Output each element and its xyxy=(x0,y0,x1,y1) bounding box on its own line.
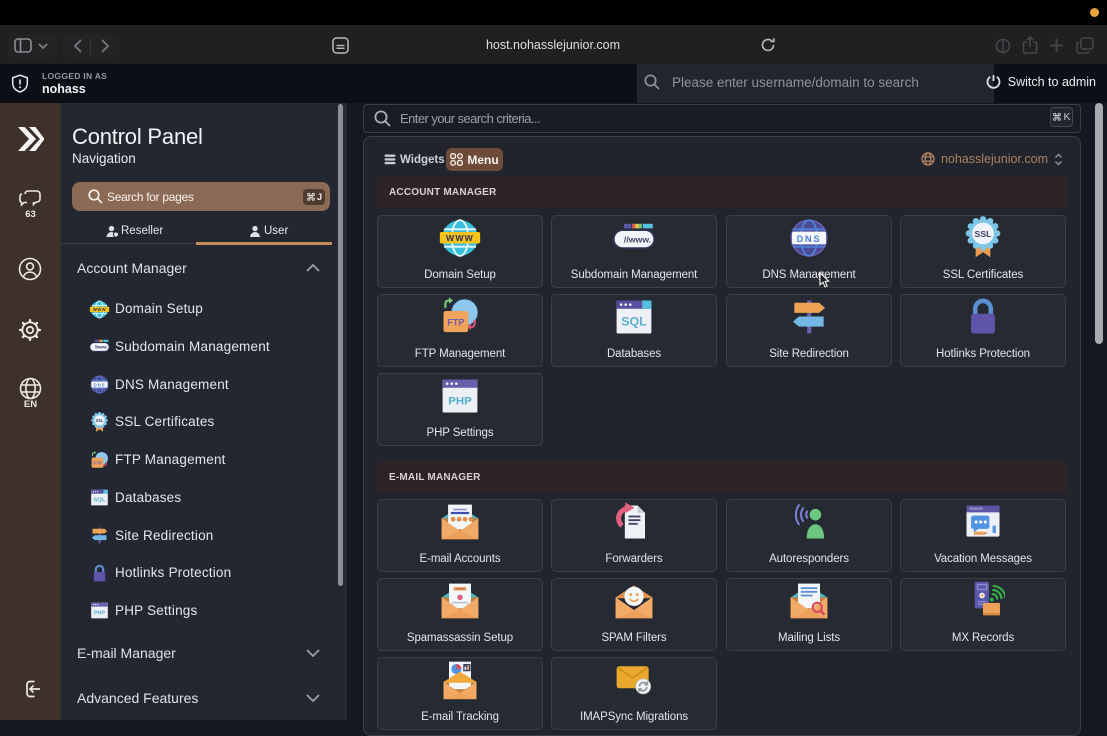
svg-text:SQL: SQL xyxy=(93,498,106,504)
svg-text:FTP: FTP xyxy=(93,460,101,465)
svg-text:PHP: PHP xyxy=(448,396,472,408)
svg-text:SQL: SQL xyxy=(621,315,647,329)
svg-text:DNS: DNS xyxy=(94,382,106,387)
svg-text:SSL: SSL xyxy=(975,229,993,239)
svg-text:SPAM: SPAM xyxy=(455,587,465,591)
svg-text:PHP: PHP xyxy=(94,611,106,617)
svg-text:DNS: DNS xyxy=(797,234,822,244)
svg-text:WWW: WWW xyxy=(93,307,106,312)
svg-text:WWW: WWW xyxy=(446,233,474,243)
svg-text://www.: //www. xyxy=(624,234,651,244)
svg-text:SSL: SSL xyxy=(95,418,104,423)
svg-text://www.: //www. xyxy=(95,345,108,350)
svg-text:FTP: FTP xyxy=(447,317,464,327)
